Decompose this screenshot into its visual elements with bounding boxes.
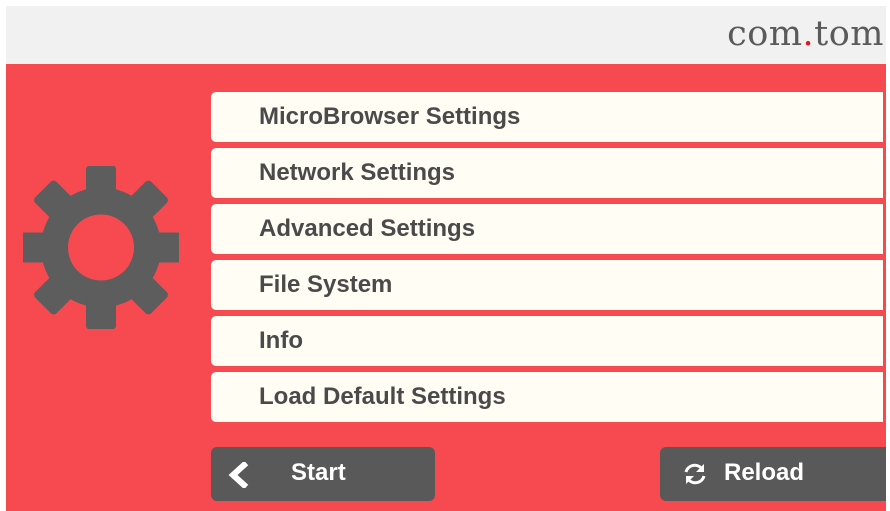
menu-item-info[interactable]: Info (211, 316, 883, 366)
refresh-icon (684, 463, 706, 485)
gear-icon (23, 166, 179, 329)
chevron-left-icon (228, 462, 249, 488)
logo-text-left: com (727, 14, 803, 54)
menu-item-label: MicroBrowser Settings (259, 103, 521, 130)
header-bar: com.tom (6, 6, 886, 64)
menu-item-label: Network Settings (259, 159, 456, 186)
menu-item-label: Advanced Settings (259, 215, 476, 242)
logo-dot: . (802, 14, 815, 54)
menu-item-label: Load Default Settings (259, 383, 506, 410)
menu-item-load-default-settings[interactable]: Load Default Settings (211, 372, 883, 422)
reload-button-label: Reload (724, 459, 805, 486)
menu-item-label: Info (259, 327, 303, 354)
logo-text-right: tom (814, 14, 884, 54)
app-root: com.tom MicroBrowser Settings Network Se… (0, 0, 890, 511)
settings-menu: MicroBrowser Settings Network Settings A… (211, 92, 883, 428)
menu-item-label: File System (259, 271, 393, 298)
menu-item-advanced-settings[interactable]: Advanced Settings (211, 204, 883, 254)
menu-item-microbrowser-settings[interactable]: MicroBrowser Settings (211, 92, 883, 142)
reload-button[interactable]: Reload (660, 447, 886, 501)
menu-item-file-system[interactable]: File System (211, 260, 883, 310)
brand-logo: com.tom (727, 14, 884, 54)
menu-item-network-settings[interactable]: Network Settings (211, 148, 883, 198)
start-button[interactable]: Start (211, 447, 435, 501)
start-button-label: Start (291, 459, 346, 486)
